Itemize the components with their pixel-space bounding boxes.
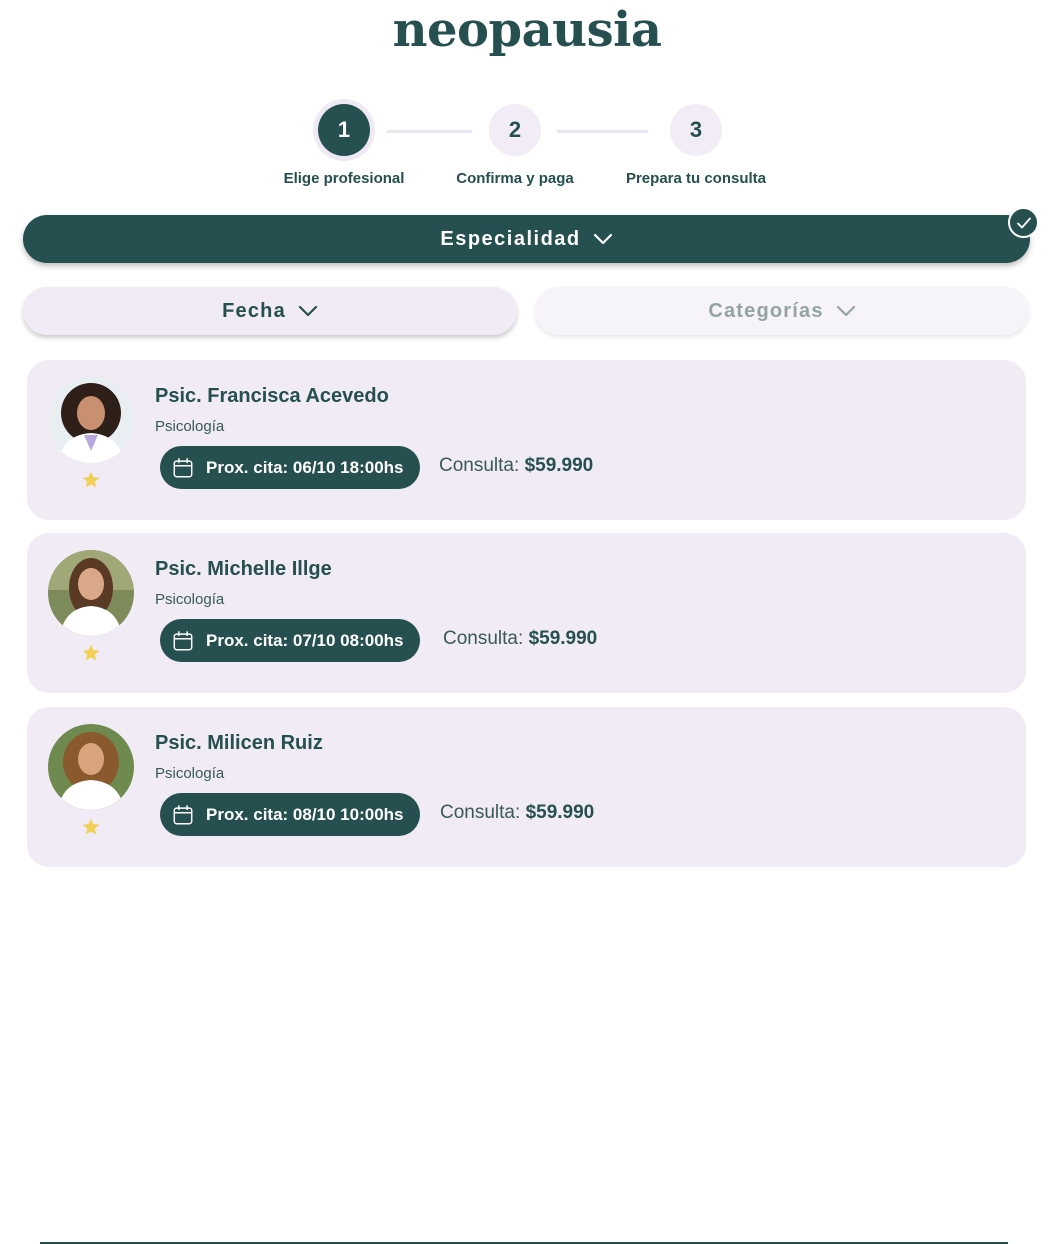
consultation-price: Consulta: $59.990 <box>440 802 594 824</box>
chevron-down-icon <box>593 233 612 245</box>
price-value: $59.990 <box>528 628 598 649</box>
step-1[interactable]: 1 Elige profesional <box>244 104 444 187</box>
professional-specialty: Psicología <box>155 418 225 435</box>
calendar-icon <box>173 630 193 650</box>
professional-card[interactable]: Psic. Francisca Acevedo Psicología Prox.… <box>27 360 1026 520</box>
calendar-icon <box>173 804 193 824</box>
avatar <box>48 724 134 810</box>
progress-stepper: 1 Elige profesional 2 Confirma y paga 3 … <box>0 104 1054 187</box>
next-appointment-button[interactable]: Prox. cita: 06/10 18:00hs <box>160 446 420 489</box>
step-label: Confirma y paga <box>456 170 574 187</box>
price-label: Consulta: <box>440 802 521 823</box>
professional-specialty: Psicología <box>155 591 225 608</box>
price-label: Consulta: <box>443 628 524 649</box>
appointment-label: Prox. cita: 06/10 18:00hs <box>206 457 404 477</box>
consultation-price: Consulta: $59.990 <box>443 628 597 650</box>
brand-logo: neopausia <box>392 2 662 58</box>
professional-card[interactable]: Psic. Michelle Illge Psicología Prox. ci… <box>27 533 1026 693</box>
star-icon <box>82 818 100 835</box>
chevron-down-icon <box>836 305 855 317</box>
star-icon <box>82 644 100 661</box>
step-label: Prepara tu consulta <box>625 170 767 187</box>
professional-card[interactable]: Psic. Milicen Ruiz Psicología Prox. cita… <box>27 707 1026 867</box>
especialidad-dropdown[interactable]: Especialidad <box>23 215 1030 263</box>
fecha-dropdown[interactable]: Fecha <box>23 287 517 335</box>
price-value: $59.990 <box>525 802 595 823</box>
professional-name: Psic. Michelle Illge <box>155 558 332 580</box>
star-icon <box>82 471 100 488</box>
next-appointment-button[interactable]: Prox. cita: 07/10 08:00hs <box>160 619 420 662</box>
professional-name: Psic. Francisca Acevedo <box>155 385 389 407</box>
categorias-dropdown[interactable]: Categorías <box>535 287 1029 335</box>
check-icon <box>1008 207 1039 238</box>
consultation-price: Consulta: $59.990 <box>439 455 593 477</box>
step-number: 3 <box>670 104 722 156</box>
step-number: 1 <box>318 104 370 156</box>
avatar <box>48 377 134 463</box>
step-label: Elige profesional <box>283 170 405 187</box>
next-appointment-button[interactable]: Prox. cita: 08/10 10:00hs <box>160 793 420 836</box>
chevron-down-icon <box>298 305 318 317</box>
appointment-label: Prox. cita: 07/10 08:00hs <box>206 630 404 650</box>
step-2[interactable]: 2 Confirma y paga <box>415 104 615 187</box>
professional-specialty: Psicología <box>155 765 225 782</box>
price-label: Consulta: <box>439 455 520 476</box>
categorias-label: Categorías <box>708 299 824 322</box>
step-number: 2 <box>489 104 541 156</box>
price-value: $59.990 <box>524 455 594 476</box>
professional-name: Psic. Milicen Ruiz <box>155 732 323 754</box>
step-3[interactable]: 3 Prepara tu consulta <box>596 104 796 187</box>
avatar <box>48 550 134 636</box>
appointment-label: Prox. cita: 08/10 10:00hs <box>206 804 404 824</box>
especialidad-label: Especialidad <box>440 227 581 250</box>
calendar-icon <box>173 457 193 477</box>
fecha-label: Fecha <box>222 299 286 322</box>
